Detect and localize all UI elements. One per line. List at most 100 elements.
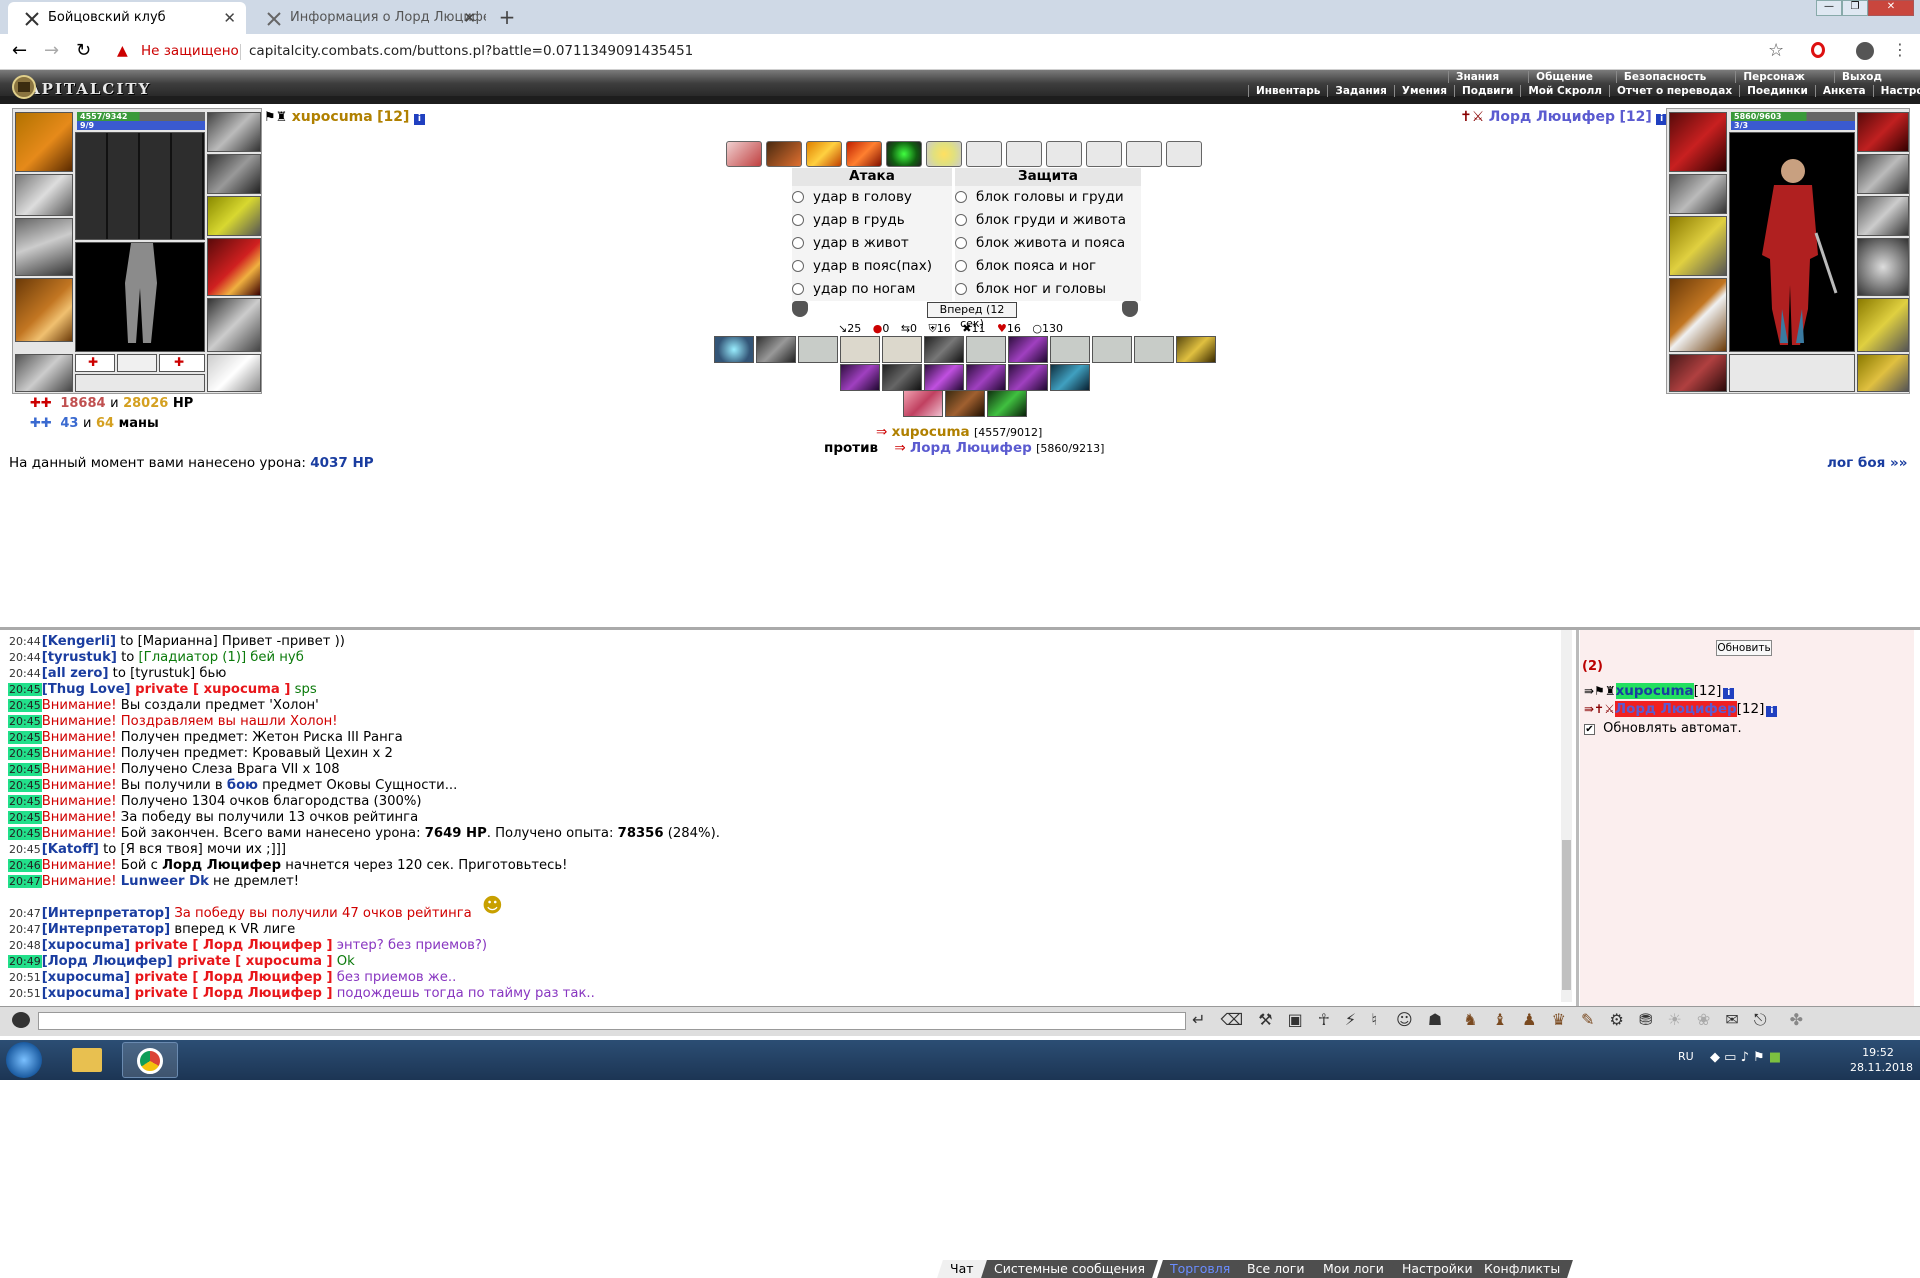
tactic-icon[interactable]: [840, 364, 880, 391]
tactic-icon[interactable]: [1176, 336, 1216, 363]
spell-slot[interactable]: [1126, 141, 1162, 167]
menu-item[interactable]: Выход: [1833, 71, 1889, 83]
menu-item[interactable]: Персонаж: [1735, 71, 1812, 83]
window-close-button[interactable]: ✕: [1868, 0, 1914, 16]
cat-icon[interactable]: ☀: [1667, 1010, 1681, 1029]
figure-icon[interactable]: ☥: [1318, 1010, 1330, 1029]
refresh-button[interactable]: Обновить: [1716, 640, 1772, 656]
helmet-slot[interactable]: [15, 112, 73, 172]
tactic-icon[interactable]: [1050, 336, 1090, 363]
chat-timestamp[interactable]: 20:44: [8, 635, 42, 648]
chat-timestamp[interactable]: 20:51: [8, 987, 42, 1000]
chat-author[interactable]: [Интерпретатор]: [42, 922, 170, 937]
spell-slot[interactable]: [1046, 141, 1082, 167]
chat-timestamp[interactable]: 20:45: [8, 827, 42, 840]
chat-tab[interactable]: Чат: [937, 1260, 987, 1278]
radio[interactable]: [955, 237, 967, 249]
info-icon[interactable]: i: [413, 114, 425, 125]
tactic-icon[interactable]: [924, 336, 964, 363]
tactic-icon[interactable]: [1134, 336, 1174, 363]
chat-timestamp[interactable]: 20:48: [8, 939, 42, 952]
account-icon[interactable]: [1856, 42, 1874, 60]
chat-timestamp[interactable]: 20:45: [8, 747, 42, 760]
armor-slot[interactable]: [15, 278, 73, 342]
weapon-slot[interactable]: [1669, 216, 1727, 276]
chat-scrollbar[interactable]: [1561, 630, 1572, 1002]
scroll-icon[interactable]: ✎: [1581, 1010, 1594, 1029]
chat-private-target[interactable]: private [ Лорд Люцифер ]: [130, 986, 333, 1001]
belt-slot[interactable]: [15, 354, 73, 392]
chat-author[interactable]: [Лорд Люцифер]: [42, 954, 173, 969]
chat-timestamp[interactable]: 20:47: [8, 923, 42, 936]
bag-icon[interactable]: ♞: [1463, 1010, 1477, 1029]
radio[interactable]: [792, 191, 804, 203]
chat-timestamp[interactable]: 20:45: [8, 779, 42, 792]
chat-bubble-icon[interactable]: ✉: [1725, 1010, 1738, 1029]
mask-icon[interactable]: ☗: [1428, 1010, 1442, 1029]
submenu-item[interactable]: Анкета: [1814, 85, 1873, 97]
chat-author[interactable]: [Katoff]: [42, 842, 99, 857]
enter-icon[interactable]: ↵: [1192, 1010, 1205, 1029]
eraser-icon[interactable]: ⌫: [1221, 1010, 1244, 1029]
tactic-icon[interactable]: [756, 336, 796, 363]
chat-author[interactable]: Lunweer Dk: [121, 874, 209, 889]
monitor-icon[interactable]: ▭: [1724, 1050, 1736, 1065]
ring-slot[interactable]: [207, 154, 261, 194]
exit-icon[interactable]: ⎋: [1754, 1010, 1767, 1029]
chat-private-target[interactable]: private [ xupocuma ]: [131, 682, 290, 697]
scrollbar-thumb[interactable]: [1562, 840, 1571, 990]
chat-timestamp[interactable]: 20:49: [8, 955, 42, 968]
enemy-name[interactable]: Лорд Люцифер: [910, 440, 1032, 456]
tactic-icon[interactable]: [882, 364, 922, 391]
chat-private-target[interactable]: private [ Лорд Люцифер ]: [130, 970, 333, 985]
gloves-slot[interactable]: [207, 112, 261, 152]
new-tab-button[interactable]: +: [494, 6, 520, 28]
spell-slot[interactable]: [766, 141, 802, 167]
chat-timestamp[interactable]: 20:44: [8, 667, 42, 680]
radio[interactable]: [792, 237, 804, 249]
submenu-item[interactable]: Инвентарь: [1248, 85, 1328, 97]
chat-author[interactable]: [Kengerli]: [42, 634, 116, 649]
spell-slot[interactable]: [926, 141, 962, 167]
boots-upper-slot[interactable]: [207, 196, 261, 236]
chat-timestamp[interactable]: 20:45: [8, 683, 42, 696]
chat-private-target[interactable]: private [ Лорд Люцифер ]: [130, 938, 333, 953]
spell-slot[interactable]: [1006, 141, 1042, 167]
chat-author[interactable]: [xupocuma]: [42, 938, 130, 953]
tab-inactive[interactable]: Информация о Лорд Люцифер ✕: [250, 2, 486, 34]
right-player-name[interactable]: Лорд Люцифер: [1489, 109, 1615, 125]
tactic-icon[interactable]: [1008, 336, 1048, 363]
empty-slot[interactable]: [1729, 354, 1855, 392]
spell-slot[interactable]: [1086, 141, 1122, 167]
block-option[interactable]: блок головы и груди: [955, 186, 1141, 209]
chat-author[interactable]: [Интерпретатор]: [42, 906, 170, 921]
opera-icon[interactable]: [1811, 42, 1825, 58]
block-option[interactable]: блок пояса и ног: [955, 255, 1141, 278]
spell-slot[interactable]: [966, 141, 1002, 167]
volume-icon[interactable]: ♪: [1741, 1050, 1749, 1065]
hammer-icon[interactable]: ⚒: [1258, 1010, 1272, 1029]
chat-timestamp[interactable]: 20:45: [8, 699, 42, 712]
auto-refresh-checkbox[interactable]: ✔: [1584, 724, 1595, 735]
submenu-item[interactable]: Отчет о переводах: [1608, 85, 1740, 97]
menu-item[interactable]: Общение: [1528, 71, 1600, 83]
attack-option[interactable]: удар по ногам: [792, 278, 952, 301]
potion-slot[interactable]: ✚: [159, 354, 205, 372]
security-label[interactable]: Не защищено: [141, 43, 239, 59]
tactic-icon[interactable]: [882, 336, 922, 363]
shield-right-icon[interactable]: [1122, 301, 1138, 317]
chat-author[interactable]: [all zero]: [42, 666, 109, 681]
me-name[interactable]: xupocuma: [892, 424, 970, 440]
smile-icon[interactable]: ☺: [1396, 1010, 1413, 1029]
tactic-icon[interactable]: [798, 336, 838, 363]
radio[interactable]: [955, 283, 967, 295]
roster-row[interactable]: ⇛✝⚔Лорд Люцифер[12] i: [1584, 701, 1778, 717]
attack-option[interactable]: удар в грудь: [792, 209, 952, 232]
belt-slot[interactable]: [1669, 354, 1727, 392]
potion-slot[interactable]: [117, 354, 157, 372]
chat-tab[interactable]: Конфликты: [1471, 1260, 1574, 1278]
potion-icon[interactable]: ♟: [1522, 1010, 1536, 1029]
save-icon[interactable]: ▣: [1288, 1010, 1303, 1029]
submenu-item[interactable]: Задания: [1327, 85, 1394, 97]
radio[interactable]: [792, 214, 804, 226]
